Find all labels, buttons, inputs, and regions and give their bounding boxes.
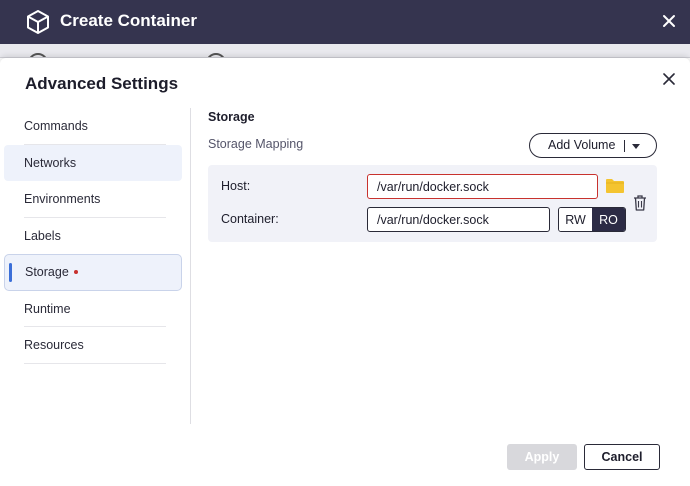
sidebar-item-networks[interactable]: Networks [4, 144, 182, 181]
storage-mapping-card: Host: Container: RW RO [208, 165, 657, 242]
host-label: Host: [221, 179, 251, 193]
access-mode-toggle: RW RO [558, 207, 626, 232]
divider [24, 362, 166, 364]
container-path-input[interactable] [367, 207, 550, 232]
dialog-title: Advanced Settings [25, 74, 179, 93]
sidebar-item-label: Environments [24, 192, 101, 207]
close-icon[interactable] [663, 73, 675, 85]
mode-ro-button[interactable]: RO [592, 208, 625, 231]
sidebar-item-commands[interactable]: Commands [4, 108, 182, 145]
sidebar-item-label: Networks [24, 155, 77, 170]
cube-icon [27, 10, 49, 34]
add-volume-label: Add Volume [548, 138, 616, 152]
window-title: Create Container [60, 11, 197, 30]
section-title: Storage [208, 110, 255, 124]
sidebar-item-label: Labels [24, 228, 61, 243]
host-path-input[interactable] [367, 174, 598, 199]
sidebar-divider [190, 108, 191, 424]
sidebar-item-label: Storage [25, 265, 69, 280]
settings-sidebar: Commands Networks Environments Labels St… [4, 108, 182, 364]
add-volume-button[interactable]: Add Volume [529, 133, 657, 158]
advanced-settings-dialog: Advanced Settings Commands Networks Envi… [0, 58, 690, 486]
sidebar-item-environments[interactable]: Environments [4, 181, 182, 218]
sidebar-item-runtime[interactable]: Runtime [4, 291, 182, 327]
mode-rw-button[interactable]: RW [559, 208, 592, 231]
storage-mapping-label: Storage Mapping [208, 137, 304, 151]
chevron-down-icon[interactable] [632, 144, 640, 149]
sidebar-item-resources[interactable]: Resources [4, 327, 182, 364]
folder-icon[interactable] [605, 177, 625, 195]
modified-indicator-dot [73, 270, 78, 275]
window-titlebar: Create Container [0, 0, 690, 44]
cancel-button[interactable]: Cancel [584, 444, 660, 470]
split-divider [624, 140, 625, 152]
sidebar-item-label: Commands [24, 119, 88, 134]
container-label: Container: [221, 212, 279, 226]
close-icon[interactable] [662, 14, 676, 28]
sidebar-item-labels[interactable]: Labels [4, 218, 182, 255]
sidebar-item-label: Resources [24, 338, 84, 353]
sidebar-item-label: Runtime [24, 301, 71, 316]
trash-icon[interactable] [633, 194, 647, 212]
sidebar-item-storage[interactable]: Storage [4, 254, 182, 291]
apply-button[interactable]: Apply [507, 444, 577, 470]
background-tab-strip [0, 44, 690, 58]
